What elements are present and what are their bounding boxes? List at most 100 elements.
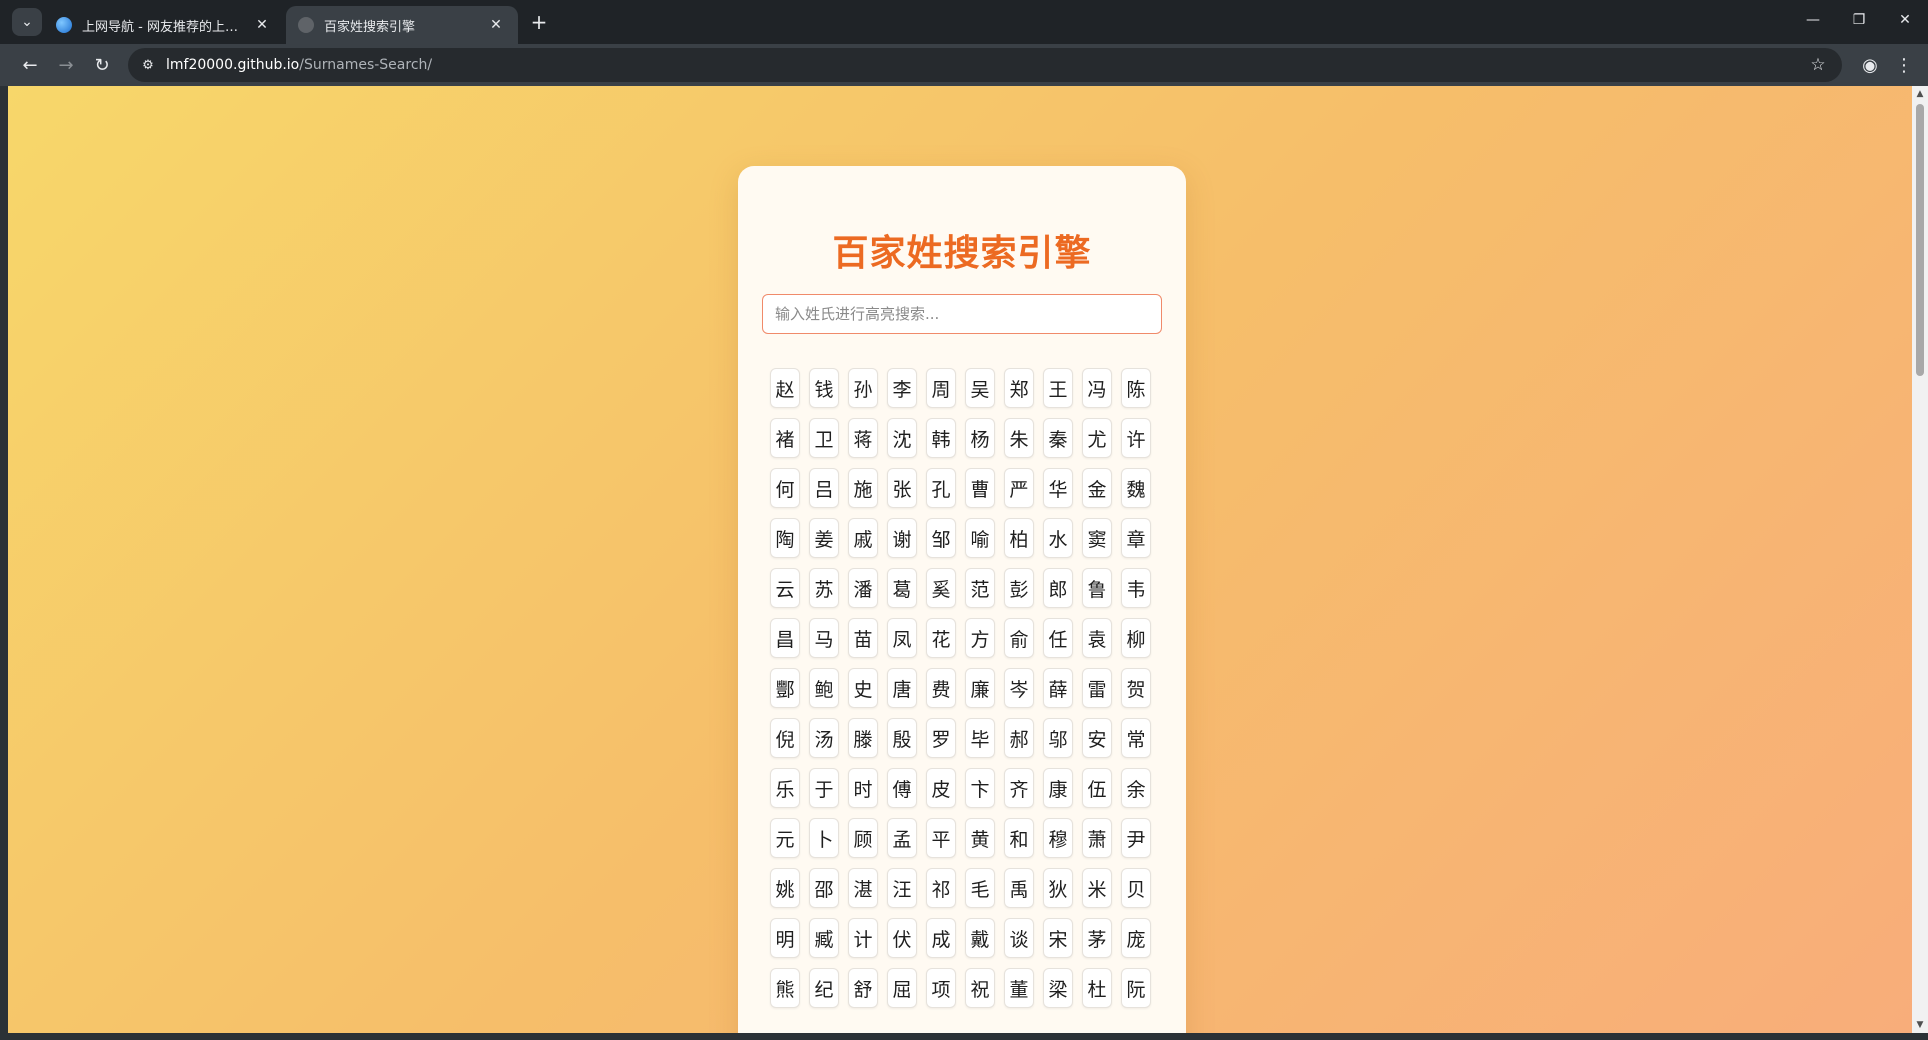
surname-cell[interactable]: 杨: [965, 418, 995, 458]
surname-cell[interactable]: 汤: [809, 718, 839, 758]
surname-cell[interactable]: 吕: [809, 468, 839, 508]
surname-cell[interactable]: 周: [926, 368, 956, 408]
surname-cell[interactable]: 陈: [1121, 368, 1151, 408]
surname-cell[interactable]: 康: [1043, 768, 1073, 808]
surname-cell[interactable]: 元: [770, 818, 800, 858]
surname-cell[interactable]: 李: [887, 368, 917, 408]
surname-search-input[interactable]: [762, 294, 1162, 334]
surname-cell[interactable]: 廉: [965, 668, 995, 708]
surname-cell[interactable]: 严: [1004, 468, 1034, 508]
surname-cell[interactable]: 葛: [887, 568, 917, 608]
surname-cell[interactable]: 曹: [965, 468, 995, 508]
close-icon[interactable]: ✕: [252, 15, 272, 35]
surname-cell[interactable]: 薛: [1043, 668, 1073, 708]
surname-cell[interactable]: 张: [887, 468, 917, 508]
minimize-button[interactable]: —: [1790, 0, 1836, 40]
surname-cell[interactable]: 凤: [887, 618, 917, 658]
surname-cell[interactable]: 喻: [965, 518, 995, 558]
surname-cell[interactable]: 唐: [887, 668, 917, 708]
surname-cell[interactable]: 穆: [1043, 818, 1073, 858]
surname-cell[interactable]: 章: [1121, 518, 1151, 558]
scrollbar-thumb[interactable]: [1916, 104, 1924, 376]
surname-cell[interactable]: 成: [926, 918, 956, 958]
surname-cell[interactable]: 施: [848, 468, 878, 508]
surname-cell[interactable]: 孔: [926, 468, 956, 508]
surname-cell[interactable]: 邹: [926, 518, 956, 558]
surname-cell[interactable]: 花: [926, 618, 956, 658]
surname-cell[interactable]: 魏: [1121, 468, 1151, 508]
surname-cell[interactable]: 罗: [926, 718, 956, 758]
surname-cell[interactable]: 平: [926, 818, 956, 858]
surname-cell[interactable]: 昌: [770, 618, 800, 658]
surname-cell[interactable]: 董: [1004, 968, 1034, 1008]
surname-cell[interactable]: 屈: [887, 968, 917, 1008]
surname-cell[interactable]: 毛: [965, 868, 995, 908]
surname-cell[interactable]: 梁: [1043, 968, 1073, 1008]
surname-cell[interactable]: 毕: [965, 718, 995, 758]
surname-cell[interactable]: 朱: [1004, 418, 1034, 458]
surname-cell[interactable]: 鲍: [809, 668, 839, 708]
surname-cell[interactable]: 陶: [770, 518, 800, 558]
surname-cell[interactable]: 禹: [1004, 868, 1034, 908]
surname-cell[interactable]: 庞: [1121, 918, 1151, 958]
surname-cell[interactable]: 史: [848, 668, 878, 708]
surname-cell[interactable]: 伏: [887, 918, 917, 958]
surname-cell[interactable]: 明: [770, 918, 800, 958]
surname-cell[interactable]: 鲁: [1082, 568, 1112, 608]
vertical-scrollbar[interactable]: ▲ ▼: [1912, 86, 1928, 1033]
surname-cell[interactable]: 雷: [1082, 668, 1112, 708]
surname-cell[interactable]: 范: [965, 568, 995, 608]
surname-cell[interactable]: 阮: [1121, 968, 1151, 1008]
surname-cell[interactable]: 项: [926, 968, 956, 1008]
surname-cell[interactable]: 酆: [770, 668, 800, 708]
surname-cell[interactable]: 褚: [770, 418, 800, 458]
surname-cell[interactable]: 韦: [1121, 568, 1151, 608]
surname-cell[interactable]: 沈: [887, 418, 917, 458]
surname-cell[interactable]: 王: [1043, 368, 1073, 408]
surname-cell[interactable]: 尤: [1082, 418, 1112, 458]
surname-cell[interactable]: 余: [1121, 768, 1151, 808]
surname-cell[interactable]: 姜: [809, 518, 839, 558]
surname-cell[interactable]: 杜: [1082, 968, 1112, 1008]
forward-button[interactable]: →: [51, 50, 81, 80]
surname-cell[interactable]: 戚: [848, 518, 878, 558]
surname-cell[interactable]: 贺: [1121, 668, 1151, 708]
surname-cell[interactable]: 金: [1082, 468, 1112, 508]
surname-cell[interactable]: 黄: [965, 818, 995, 858]
surname-cell[interactable]: 常: [1121, 718, 1151, 758]
surname-cell[interactable]: 苗: [848, 618, 878, 658]
surname-cell[interactable]: 尹: [1121, 818, 1151, 858]
back-button[interactable]: ←: [15, 50, 45, 80]
new-tab-button[interactable]: +: [526, 9, 552, 35]
surname-cell[interactable]: 和: [1004, 818, 1034, 858]
surname-cell[interactable]: 冯: [1082, 368, 1112, 408]
surname-cell[interactable]: 卜: [809, 818, 839, 858]
surname-cell[interactable]: 滕: [848, 718, 878, 758]
surname-cell[interactable]: 云: [770, 568, 800, 608]
surname-cell[interactable]: 时: [848, 768, 878, 808]
scroll-up-arrow-icon[interactable]: ▲: [1915, 89, 1925, 99]
surname-cell[interactable]: 彭: [1004, 568, 1034, 608]
surname-cell[interactable]: 于: [809, 768, 839, 808]
surname-cell[interactable]: 水: [1043, 518, 1073, 558]
surname-cell[interactable]: 秦: [1043, 418, 1073, 458]
surname-cell[interactable]: 许: [1121, 418, 1151, 458]
surname-cell[interactable]: 皮: [926, 768, 956, 808]
surname-cell[interactable]: 孙: [848, 368, 878, 408]
tab-navigation[interactable]: 上网导航 - 网友推荐的上网工具 ✕: [44, 6, 284, 44]
surname-cell[interactable]: 舒: [848, 968, 878, 1008]
profile-button[interactable]: ◉: [1856, 51, 1884, 79]
scroll-down-arrow-icon[interactable]: ▼: [1915, 1020, 1925, 1030]
surname-cell[interactable]: 郑: [1004, 368, 1034, 408]
surname-cell[interactable]: 萧: [1082, 818, 1112, 858]
reload-button[interactable]: ↻: [87, 50, 117, 80]
surname-cell[interactable]: 熊: [770, 968, 800, 1008]
surname-cell[interactable]: 蒋: [848, 418, 878, 458]
surname-cell[interactable]: 宋: [1043, 918, 1073, 958]
surname-cell[interactable]: 吴: [965, 368, 995, 408]
surname-cell[interactable]: 钱: [809, 368, 839, 408]
surname-cell[interactable]: 倪: [770, 718, 800, 758]
surname-cell[interactable]: 华: [1043, 468, 1073, 508]
surname-cell[interactable]: 郝: [1004, 718, 1034, 758]
tab-search-button[interactable]: ⌄: [12, 8, 42, 36]
